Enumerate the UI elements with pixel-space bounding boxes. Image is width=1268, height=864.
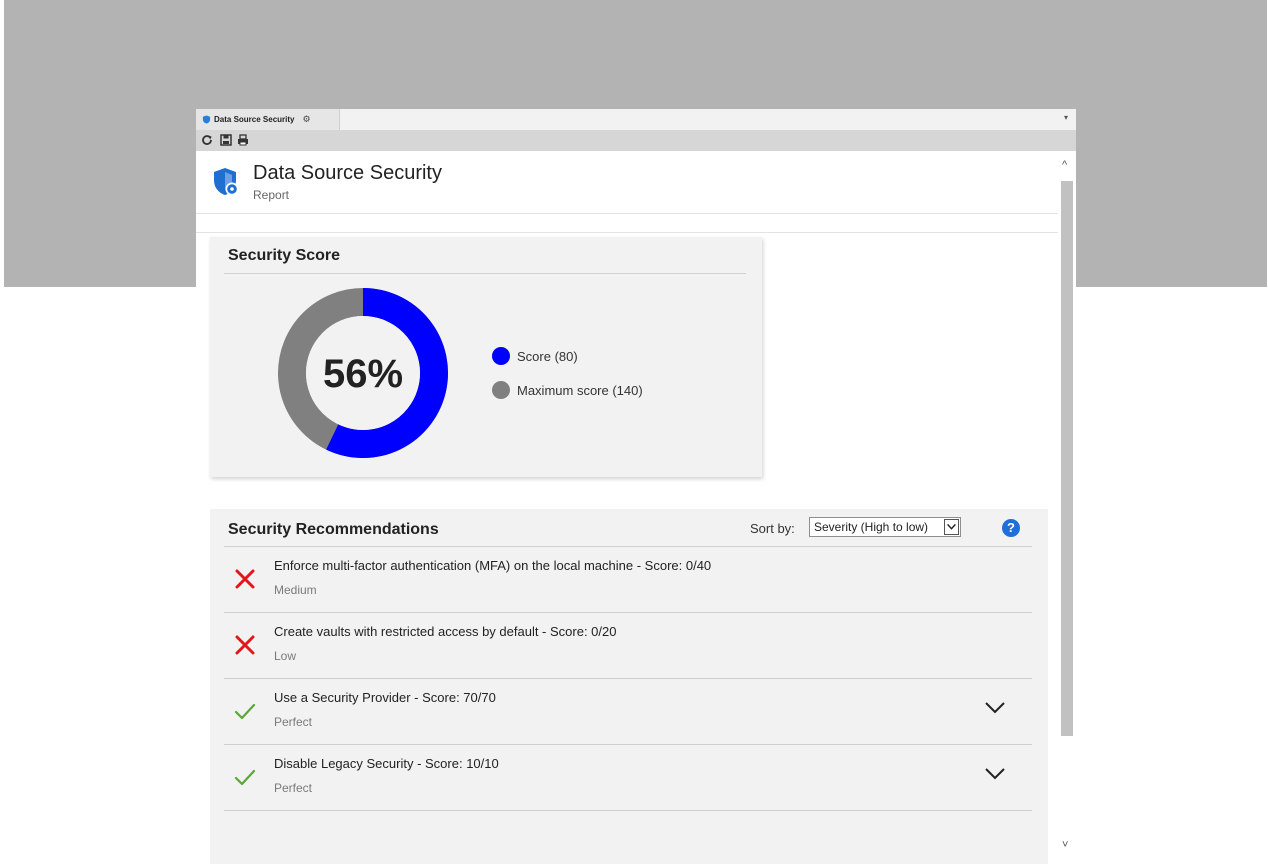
toolbar (196, 130, 1076, 151)
sort-select-value: Severity (High to low) (814, 520, 929, 534)
scrollbar-thumb[interactable] (1061, 181, 1073, 736)
score-donut-chart: 56% (278, 288, 448, 458)
recommendation-text: Disable Legacy Security - Score: 10/10 (274, 756, 499, 771)
recommendation-severity: Perfect (274, 715, 313, 729)
score-legend: Score (80) Maximum score (140) (492, 339, 643, 407)
security-score-title: Security Score (228, 247, 341, 264)
page-title: Data Source Security (253, 162, 442, 184)
legend-label-score: Score (80) (517, 348, 578, 364)
tab-settings-icon[interactable]: ⚙ (302, 114, 310, 125)
recommendation-severity: Perfect (274, 781, 313, 795)
recommendations-title: Security Recommendations (228, 521, 439, 538)
x-icon (235, 569, 255, 589)
recommendation-text: Create vaults with restricted access by … (274, 624, 617, 639)
recommendation-item-vaults[interactable]: Create vaults with restricted access by … (224, 613, 1032, 679)
page-subtitle: Report (253, 188, 290, 202)
legend-item-maximum: Maximum score (140) (492, 373, 643, 407)
recommendation-severity: Medium (274, 583, 317, 597)
tab-bar: Data Source Security ⚙ ▾ (196, 109, 1076, 130)
report-window: Data Source Security ⚙ ▾ Data Source Sec… (196, 109, 1076, 864)
recommendation-text: Enforce multi-factor authentication (MFA… (274, 558, 712, 573)
check-icon (234, 703, 256, 720)
sort-select[interactable]: Severity (High to low) (809, 517, 961, 537)
recommendation-text: Use a Security Provider - Score: 70/70 (274, 690, 496, 705)
score-percent-label: 56% (323, 352, 403, 396)
check-icon (234, 769, 256, 786)
legend-dot-maximum (492, 381, 510, 399)
recommendation-item-mfa[interactable]: Enforce multi-factor authentication (MFA… (224, 547, 1032, 613)
help-icon[interactable]: ? (1002, 519, 1020, 537)
refresh-icon[interactable] (200, 133, 214, 147)
save-icon[interactable] (219, 133, 233, 147)
x-icon (235, 635, 255, 655)
scroll-down-icon[interactable]: ˅ (1062, 839, 1068, 851)
chevron-down-icon[interactable] (984, 767, 1006, 781)
security-shield-icon (214, 168, 239, 196)
legend-dot-score (492, 347, 510, 365)
header-divider (196, 232, 1058, 233)
sort-label: Sort by: (750, 521, 795, 536)
security-score-card: Security Score 56% Score (80) Maximum sc… (210, 237, 762, 477)
tab-data-source-security[interactable]: Data Source Security ⚙ (196, 109, 340, 130)
chevron-down-icon[interactable] (944, 519, 959, 535)
print-icon[interactable] (236, 133, 250, 147)
chevron-down-icon[interactable] (984, 701, 1006, 715)
recommendation-item-security-provider[interactable]: Use a Security Provider - Score: 70/70 P… (224, 679, 1032, 745)
tab-label: Data Source Security (214, 115, 295, 124)
recommendation-item-legacy-security[interactable]: Disable Legacy Security - Score: 10/10 P… (224, 745, 1032, 811)
scroll-up-icon[interactable]: ^ (1062, 159, 1067, 171)
recommendation-severity: Low (274, 649, 297, 663)
vertical-scrollbar[interactable]: ^ ˅ (1058, 151, 1076, 864)
report-header: Data Source Security Report (196, 151, 1058, 214)
tab-dropdown-icon[interactable]: ▾ (1064, 113, 1068, 122)
legend-label-maximum: Maximum score (140) (517, 382, 643, 398)
legend-item-score: Score (80) (492, 339, 643, 373)
card-divider (224, 273, 746, 274)
shield-icon (202, 115, 211, 124)
security-recommendations-card: Security Recommendations Sort by: Severi… (210, 509, 1048, 864)
